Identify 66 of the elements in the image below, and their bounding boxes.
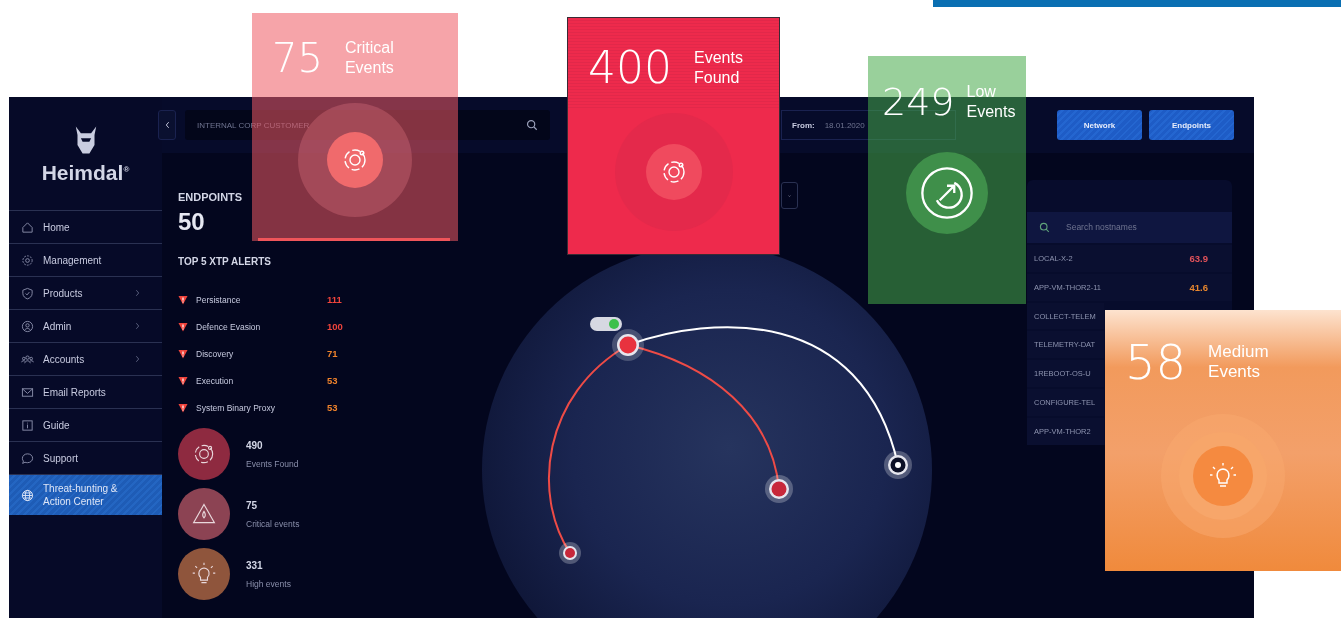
user-icon xyxy=(21,319,34,333)
location-marker xyxy=(612,329,644,361)
toggle-switch[interactable] xyxy=(590,317,622,331)
search-icon xyxy=(526,119,538,131)
hostname-search-field[interactable]: Search nostnames xyxy=(1027,212,1232,243)
event-count: 400 xyxy=(588,42,672,93)
endpoints-label: ENDPOINTS xyxy=(178,191,244,203)
sidebar-item[interactable]: Admin xyxy=(9,309,162,342)
stat-label: Events Found xyxy=(246,458,299,469)
event-label: Low Events xyxy=(966,82,1017,122)
home-icon xyxy=(21,220,34,234)
chat-icon xyxy=(21,451,34,465)
filter-button[interactable]: Endpoints xyxy=(1149,110,1234,140)
alert-count: 53 xyxy=(327,402,338,413)
host-score: 41.6 xyxy=(1189,281,1208,293)
warning-icon xyxy=(178,375,188,386)
alerts-title: TOP 5 XTP ALERTS xyxy=(178,256,272,267)
gear-icon xyxy=(21,253,34,267)
sidebar-item[interactable]: Accounts xyxy=(9,342,162,375)
event-count: 58 xyxy=(1125,334,1187,390)
stat-value: 75 xyxy=(246,499,259,511)
warning-icon xyxy=(178,294,188,305)
location-marker xyxy=(765,475,793,503)
endpoints-count: 50 xyxy=(178,208,206,236)
collapse-button[interactable] xyxy=(158,110,176,140)
users-icon xyxy=(21,352,34,366)
event-label: Critical Events xyxy=(344,38,395,78)
sidebar-item[interactable]: Guide xyxy=(9,408,162,441)
warning-icon xyxy=(178,321,188,332)
sidebar-item[interactable]: Home xyxy=(9,210,162,243)
search-icon xyxy=(1039,221,1050,233)
info-icon xyxy=(21,418,34,432)
stat-value: 331 xyxy=(246,559,264,571)
filter-button[interactable]: Network xyxy=(1057,110,1142,140)
trademark-sign: ® xyxy=(123,164,130,174)
shield-icon xyxy=(21,286,34,300)
sidebar-item[interactable]: Email Reports xyxy=(9,375,162,408)
alert-name: Persistance xyxy=(196,294,242,305)
sidebar-item[interactable]: Threat-hunting & Action Center xyxy=(9,474,162,515)
arrow-circle-icon xyxy=(918,164,976,222)
stat-label: High events xyxy=(246,578,291,589)
host-score: 63.9 xyxy=(1189,252,1208,264)
alert-name: System Binary Proxy xyxy=(196,402,276,413)
warning-icon xyxy=(178,348,188,359)
chevron-icon xyxy=(164,121,170,129)
dropdown-button[interactable] xyxy=(781,182,798,209)
globe-icon xyxy=(21,488,34,502)
alert-name: Discovery xyxy=(196,348,235,359)
alert-count: 111 xyxy=(327,294,342,305)
event-count: 75 xyxy=(272,35,323,81)
alert-count: 100 xyxy=(327,321,343,332)
alert-count: 71 xyxy=(327,348,338,359)
location-marker xyxy=(884,451,912,479)
event-label: Medium Events xyxy=(1208,342,1270,382)
alert-count: 53 xyxy=(327,375,338,386)
mail-icon xyxy=(21,385,34,399)
stat-label: Critical events xyxy=(246,518,300,529)
warning-icon xyxy=(178,402,188,413)
brand-name: Heimdal xyxy=(41,160,124,184)
location-marker xyxy=(559,542,581,564)
alert-name: Defence Evasion xyxy=(196,321,262,332)
sidebar-item[interactable]: Management xyxy=(9,243,162,276)
event-label: Events Found xyxy=(694,47,744,88)
sidebar-item[interactable]: Products xyxy=(9,276,162,309)
alert-name: Execution xyxy=(196,375,235,386)
stat-value: 490 xyxy=(246,439,264,451)
